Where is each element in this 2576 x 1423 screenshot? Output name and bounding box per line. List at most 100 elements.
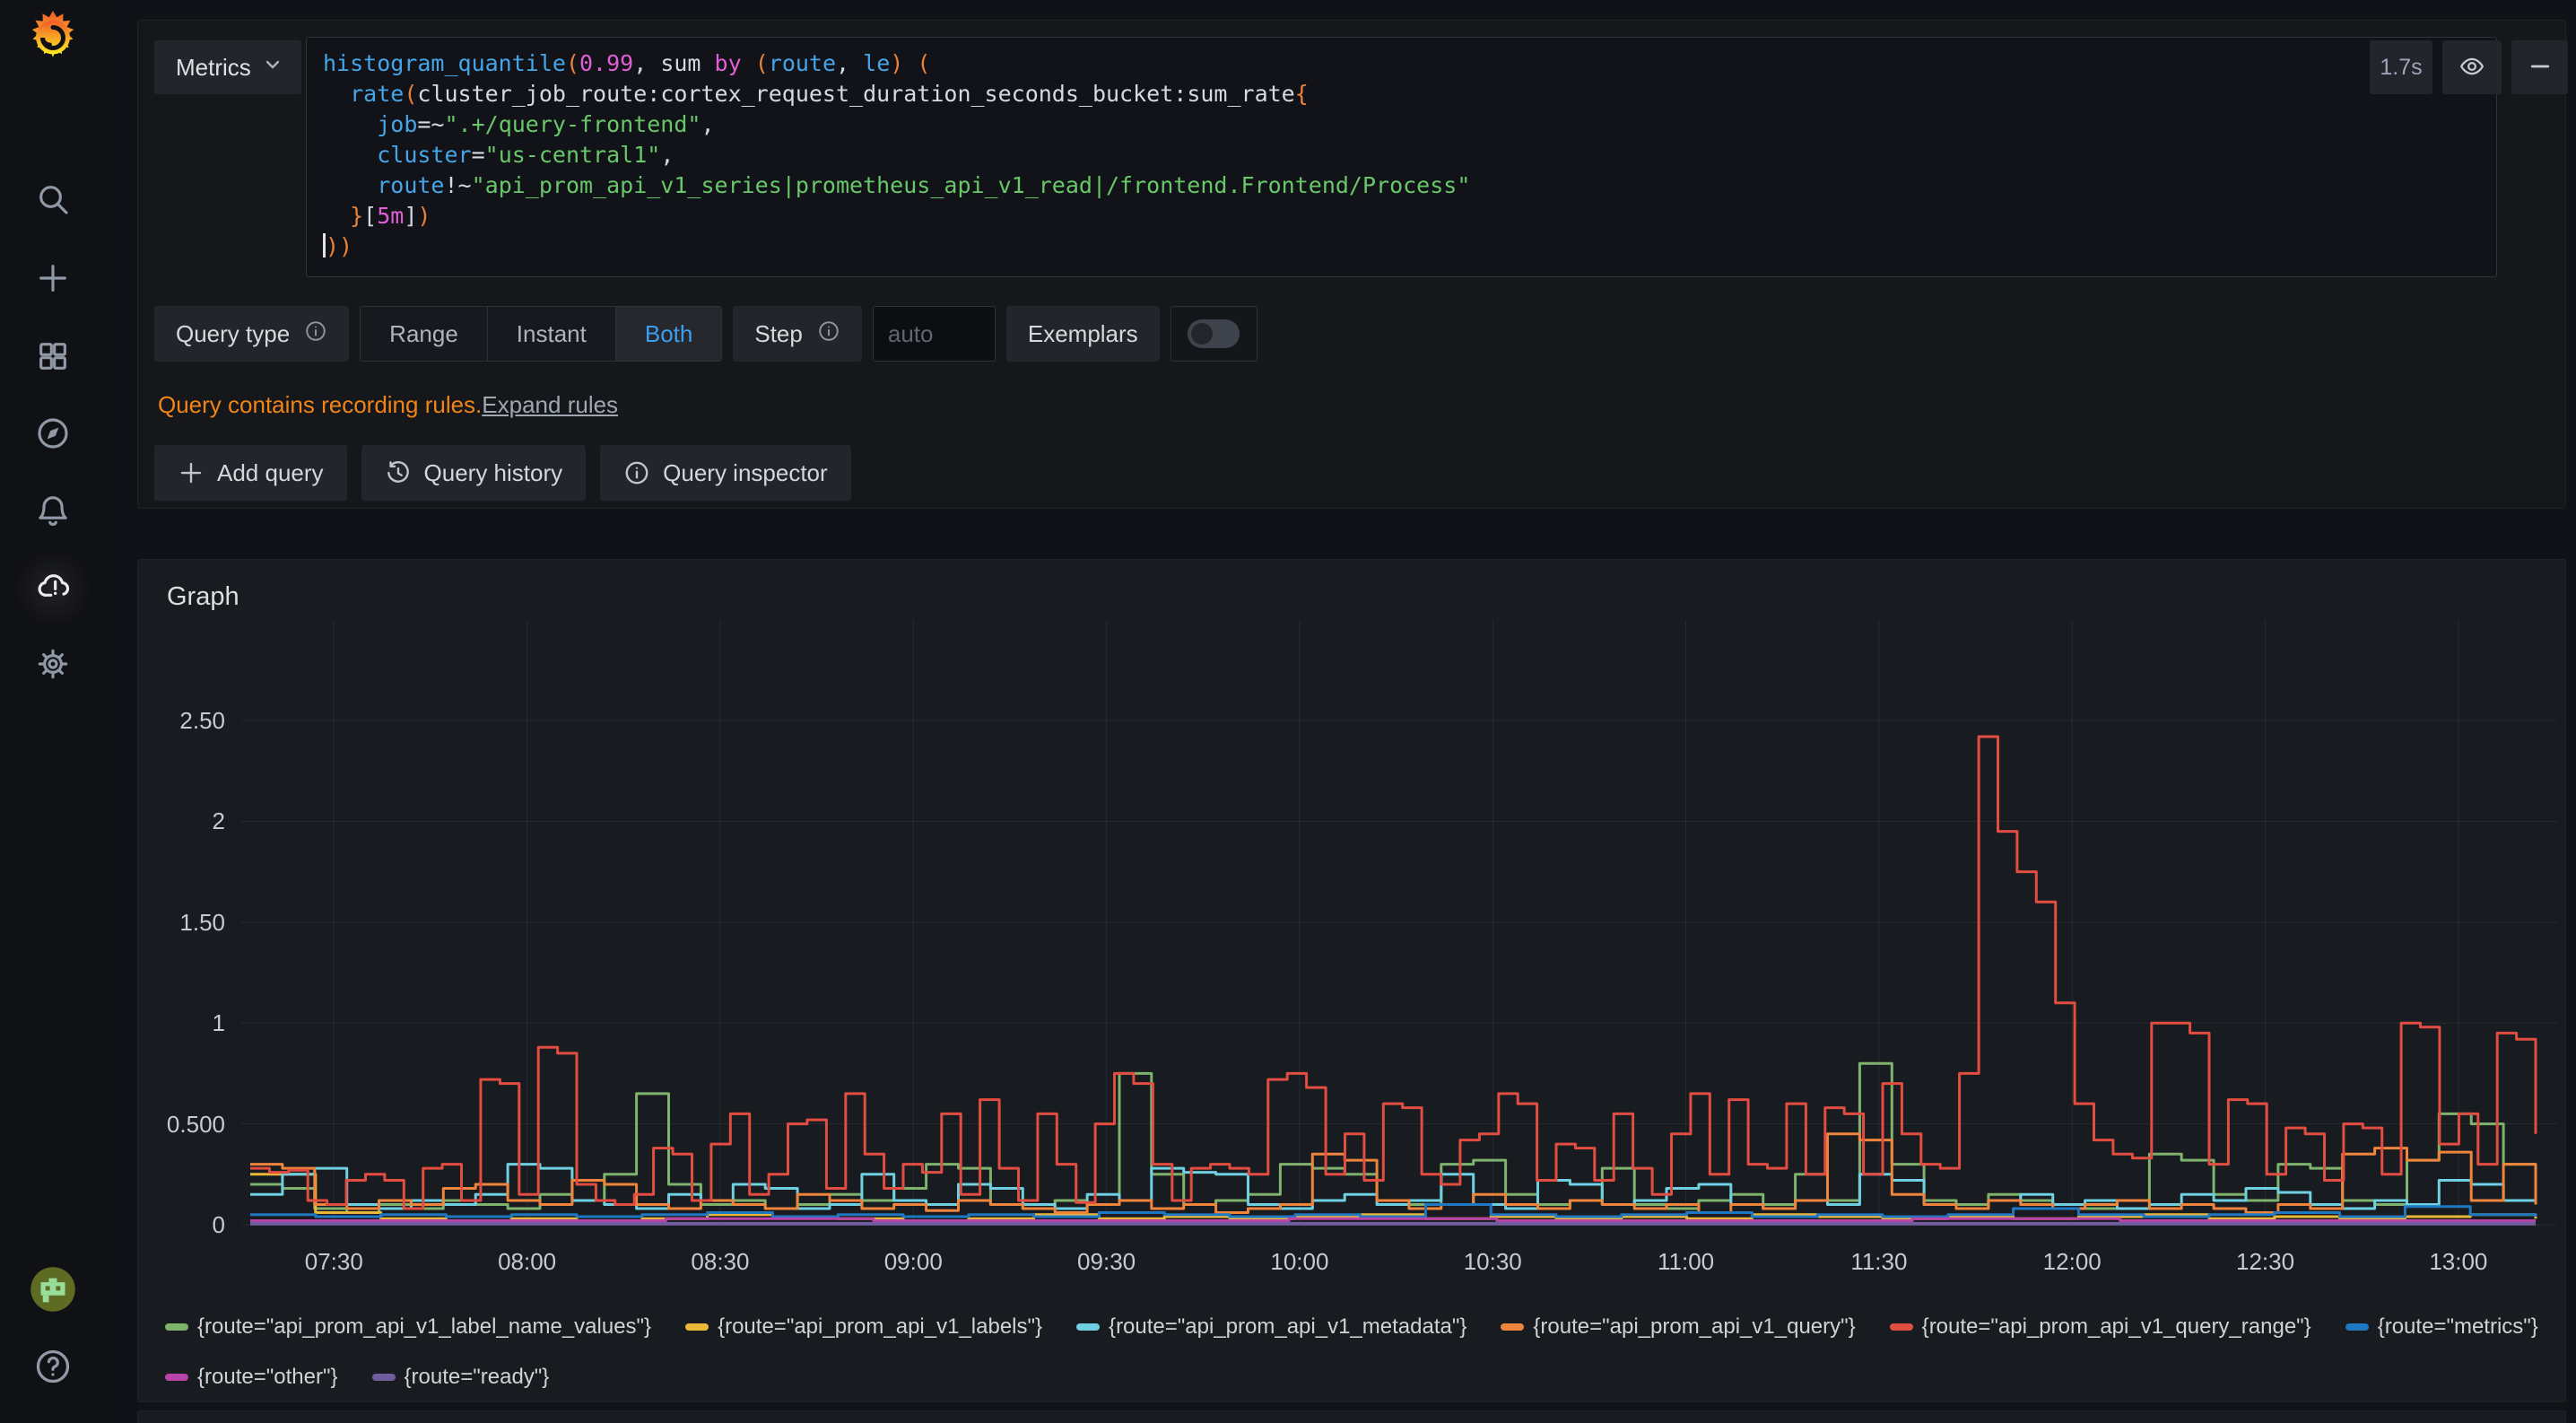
disable-query-button[interactable] bbox=[2442, 40, 2502, 94]
code-token: route bbox=[769, 50, 836, 76]
code-token: ] bbox=[404, 203, 417, 229]
x-axis-label: 10:30 bbox=[1430, 1248, 1555, 1275]
code-token: "us-central1" bbox=[485, 142, 661, 168]
query-inspector-button[interactable]: Query inspector bbox=[600, 445, 851, 501]
toggle-pill bbox=[1188, 319, 1240, 348]
gear-icon bbox=[35, 646, 71, 686]
warning-text: Query contains recording rules. bbox=[158, 391, 482, 419]
legend-label: {route="api_prom_api_v1_labels"} bbox=[718, 1314, 1042, 1340]
sidebar-item-create[interactable] bbox=[33, 260, 73, 300]
button-label: Query inspector bbox=[663, 459, 828, 487]
promql-query-input[interactable]: histogram_quantile(0.99, sum by (route, … bbox=[306, 37, 2497, 277]
exemplars-toggle[interactable] bbox=[1171, 306, 1258, 362]
code-token: ( bbox=[917, 50, 930, 76]
help-icon[interactable] bbox=[33, 1347, 73, 1386]
sidebar-item-cloud-alerts[interactable] bbox=[33, 569, 73, 608]
legend-item[interactable]: {route="api_prom_api_v1_query_range"} bbox=[1890, 1314, 2311, 1340]
series-line-6 bbox=[250, 1218, 2536, 1220]
sidebar-item-alerting[interactable] bbox=[33, 492, 73, 531]
legend-label: {route="api_prom_api_v1_metadata"} bbox=[1109, 1314, 1466, 1340]
query-actions-row: Add query Query history Query inspector bbox=[154, 445, 851, 501]
query-history-button[interactable]: Query history bbox=[361, 445, 587, 501]
code-token: ( bbox=[566, 50, 579, 76]
step-label-box: Step bbox=[733, 306, 862, 362]
code-line: rate(cluster_job_route:cortex_request_du… bbox=[323, 79, 2480, 109]
legend-swatch bbox=[2345, 1323, 2369, 1331]
step-input[interactable] bbox=[873, 306, 996, 362]
toggle-knob bbox=[1191, 323, 1213, 345]
sidebar-item-dashboards[interactable] bbox=[33, 338, 73, 378]
code-token bbox=[903, 50, 917, 76]
avatar[interactable] bbox=[29, 1265, 77, 1314]
code-token bbox=[323, 142, 377, 168]
compass-icon bbox=[35, 415, 71, 456]
code-token: route bbox=[377, 172, 444, 198]
sidebar-item-search[interactable] bbox=[33, 181, 73, 221]
series-line-4 bbox=[250, 737, 2536, 1209]
y-axis-label: 2 bbox=[144, 808, 225, 834]
query-duration-badge: 1.7s bbox=[2370, 40, 2432, 94]
recording-rules-warning: Query contains recording rules.Expand ru… bbox=[158, 391, 618, 419]
code-token: , bbox=[660, 142, 674, 168]
legend-swatch bbox=[165, 1323, 188, 1331]
code-token: , bbox=[836, 50, 863, 76]
plus-icon bbox=[35, 260, 71, 301]
info-icon[interactable] bbox=[304, 319, 327, 349]
x-axis-label: 08:00 bbox=[465, 1248, 590, 1275]
code-line: cluster="us-central1", bbox=[323, 140, 2480, 170]
code-line: job=~".+/query-frontend", bbox=[323, 109, 2480, 140]
code-token: cluster bbox=[377, 142, 471, 168]
button-label: Query history bbox=[424, 459, 563, 487]
series-line-0 bbox=[250, 1063, 2536, 1212]
info-icon[interactable] bbox=[817, 319, 840, 349]
legend-item[interactable]: {route="other"} bbox=[165, 1364, 338, 1391]
legend-swatch bbox=[685, 1323, 709, 1331]
datasource-metrics-dropdown[interactable]: Metrics bbox=[154, 40, 301, 94]
next-panel-edge[interactable] bbox=[137, 1410, 2566, 1423]
code-token bbox=[323, 111, 377, 137]
code-token: ) bbox=[417, 203, 431, 229]
code-token: rate bbox=[350, 81, 404, 107]
bell-icon bbox=[35, 492, 71, 532]
history-icon bbox=[385, 459, 412, 486]
grafana-logo[interactable] bbox=[26, 9, 80, 63]
query-options-row: Query type RangeInstantBoth Step Exempla… bbox=[154, 306, 1258, 362]
code-token: , bbox=[701, 111, 714, 137]
query-type-both[interactable]: Both bbox=[616, 307, 722, 361]
legend-item[interactable]: {route="metrics"} bbox=[2345, 1314, 2538, 1340]
legend-item[interactable]: {route="api_prom_api_v1_label_name_value… bbox=[165, 1314, 651, 1340]
y-axis-label: 1.50 bbox=[144, 909, 225, 936]
chart-legend: {route="api_prom_api_v1_label_name_value… bbox=[165, 1314, 2542, 1391]
y-axis-label: 2.50 bbox=[144, 707, 225, 734]
time-series-chart[interactable] bbox=[234, 620, 2566, 1266]
legend-swatch bbox=[1076, 1323, 1100, 1331]
legend-item[interactable]: {route="api_prom_api_v1_metadata"} bbox=[1076, 1314, 1466, 1340]
code-line: }[5m]) bbox=[323, 201, 2480, 231]
legend-swatch bbox=[165, 1374, 188, 1381]
add-query-button[interactable]: Add query bbox=[154, 445, 347, 501]
code-token: = bbox=[472, 142, 485, 168]
chevron-down-icon bbox=[262, 54, 283, 82]
sidebar-item-explore[interactable] bbox=[33, 415, 73, 455]
exemplars-label-box: Exemplars bbox=[1006, 306, 1160, 362]
code-token: )) bbox=[326, 233, 352, 259]
code-token: le bbox=[863, 50, 890, 76]
sidebar-item-configuration[interactable] bbox=[33, 646, 73, 685]
code-line: histogram_quantile(0.99, sum by (route, … bbox=[323, 48, 2480, 79]
panel-title[interactable]: Graph bbox=[167, 582, 239, 612]
legend-swatch bbox=[1890, 1323, 1913, 1331]
query-type-range[interactable]: Range bbox=[361, 307, 488, 361]
legend-item[interactable]: {route="api_prom_api_v1_query"} bbox=[1501, 1314, 1855, 1340]
query-type-instant[interactable]: Instant bbox=[488, 307, 616, 361]
expand-rules-link[interactable]: Expand rules bbox=[482, 391, 618, 419]
legend-swatch bbox=[1501, 1323, 1524, 1331]
code-token: { bbox=[1295, 81, 1309, 107]
legend-item[interactable]: {route="api_prom_api_v1_labels"} bbox=[685, 1314, 1042, 1340]
code-line: )) bbox=[323, 231, 2480, 262]
code-token: , sum bbox=[633, 50, 714, 76]
legend-item[interactable]: {route="ready"} bbox=[372, 1364, 550, 1391]
remove-query-button[interactable] bbox=[2511, 40, 2568, 94]
series-line-2 bbox=[250, 1165, 2536, 1209]
code-token: ) bbox=[890, 50, 903, 76]
query-type-label-box: Query type bbox=[154, 306, 349, 362]
